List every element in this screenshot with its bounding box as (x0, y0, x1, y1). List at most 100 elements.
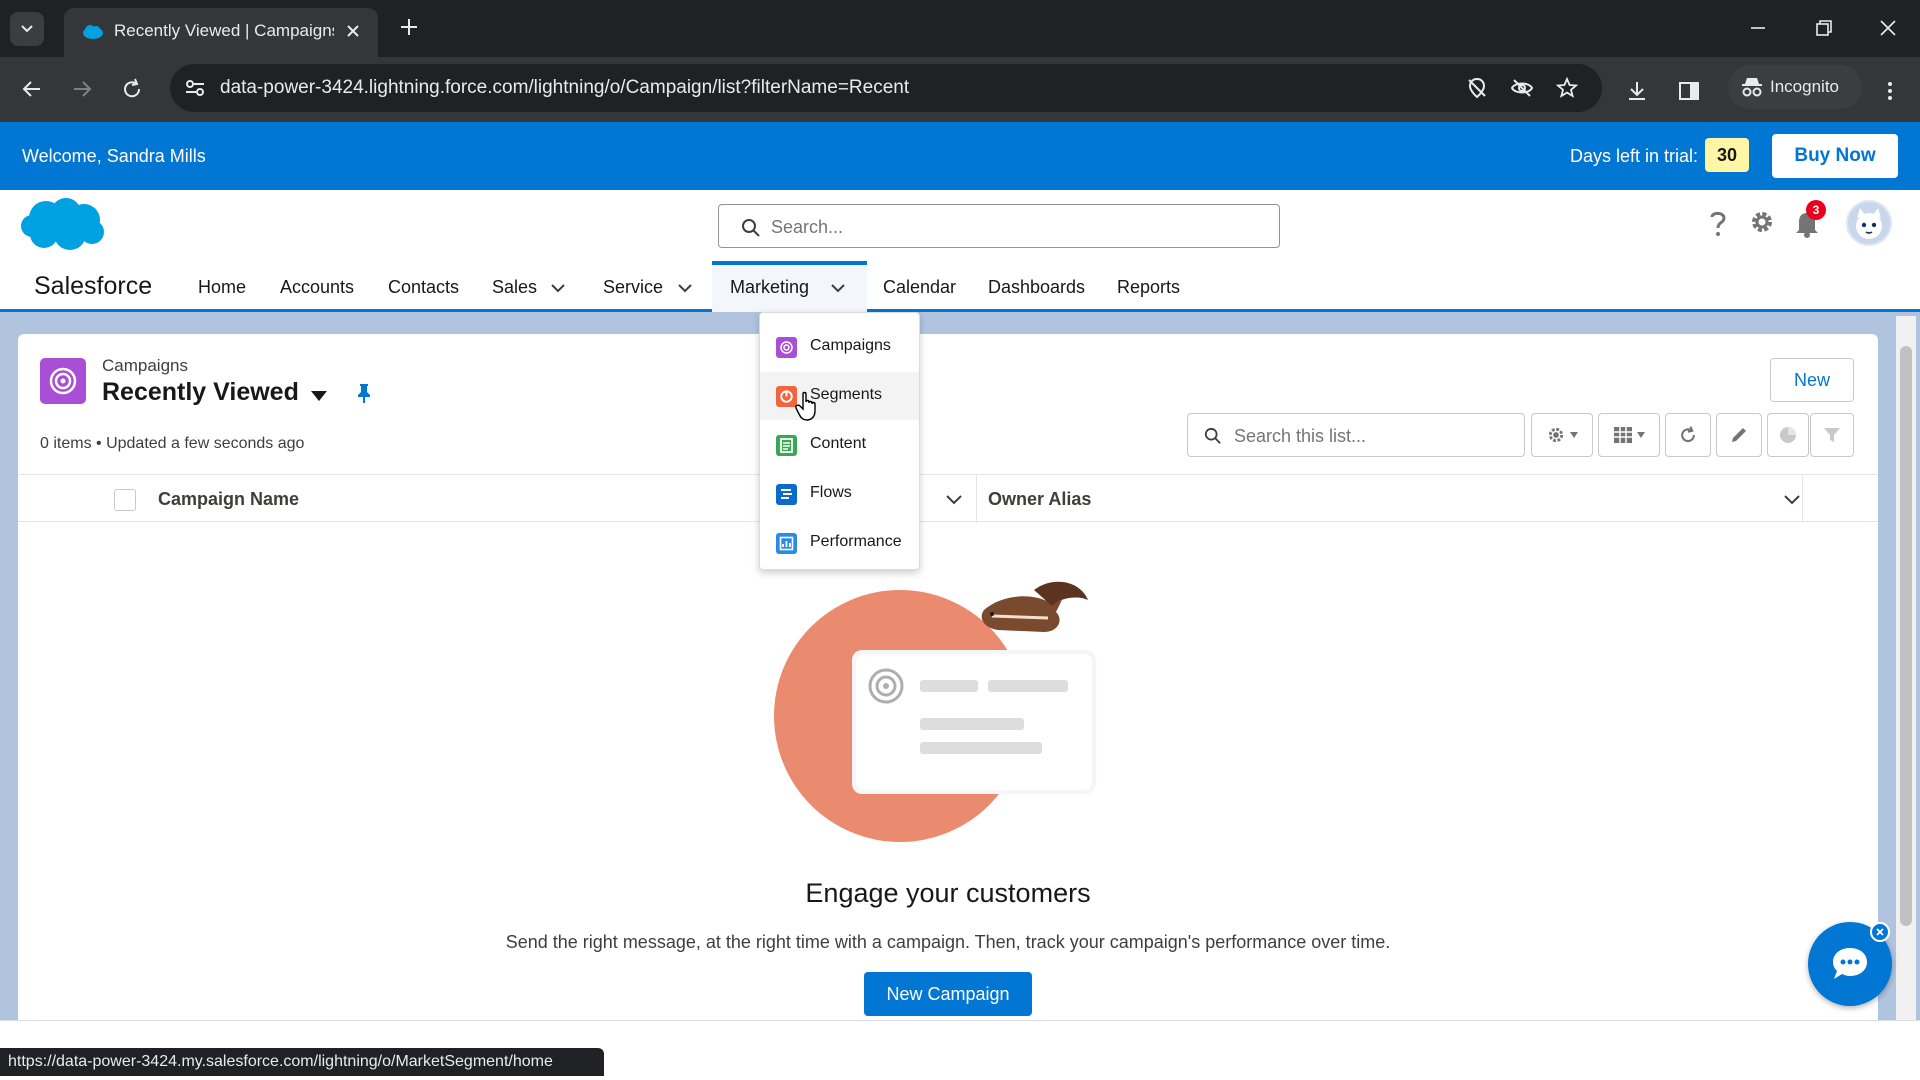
nav-item-reports[interactable]: Reports (1117, 277, 1180, 298)
caret-down-icon (1637, 432, 1645, 438)
tab-title: Recently Viewed | Campaigns | (114, 21, 334, 40)
welcome-text: Welcome, Sandra Mills (22, 146, 206, 166)
gear-icon[interactable] (1748, 208, 1776, 236)
scrollbar-thumb[interactable] (1900, 346, 1912, 926)
nav-item-contacts[interactable]: Contacts (388, 277, 459, 298)
side-panel-icon[interactable] (1677, 79, 1701, 103)
chevron-down-icon[interactable] (550, 282, 566, 294)
caret-down-icon[interactable] (310, 390, 328, 402)
user-avatar-icon (1856, 208, 1882, 239)
eye-off-icon[interactable] (1510, 77, 1534, 99)
search-icon (1204, 427, 1221, 444)
nav-item-sales[interactable]: Sales (492, 277, 537, 298)
url-text: data-power-3424.lightning.force.com/ligh… (220, 77, 910, 98)
location-off-icon[interactable] (1466, 77, 1488, 99)
days-left-count: 30 (1705, 138, 1749, 172)
address-bar[interactable]: data-power-3424.lightning.force.com/ligh… (170, 64, 1602, 112)
menu-item-content[interactable]: Content (760, 421, 919, 469)
minimize-icon[interactable] (1748, 18, 1768, 38)
campaign-object-icon (40, 358, 86, 404)
display-as-button[interactable] (1598, 413, 1660, 457)
back-arrow-icon[interactable] (20, 77, 44, 101)
chevron-down-icon[interactable] (830, 282, 846, 294)
chevron-down-icon[interactable] (677, 282, 693, 294)
table-icon (1614, 427, 1632, 443)
edit-list-button[interactable] (1716, 413, 1762, 457)
pie-chart-icon (1780, 427, 1796, 443)
list-view-title[interactable]: Recently Viewed (102, 378, 299, 407)
document-icon (776, 435, 797, 456)
nav-item-calendar[interactable]: Calendar (883, 277, 956, 298)
refresh-button[interactable] (1665, 413, 1711, 457)
menu-item-flows[interactable]: Flows (760, 470, 919, 518)
chevron-down-icon[interactable] (945, 492, 963, 506)
refresh-icon (1681, 426, 1695, 443)
chat-close-button[interactable] (1870, 922, 1890, 942)
menu-item-performance[interactable]: Performance (760, 519, 919, 567)
salesforce-logo-icon[interactable] (20, 196, 106, 256)
empty-state-illustration (774, 581, 1096, 842)
hand-cursor-icon (795, 391, 816, 421)
pin-icon[interactable] (356, 382, 372, 404)
chat-bubble-icon (1833, 948, 1867, 979)
menu-item-campaigns[interactable]: Campaigns (760, 323, 919, 371)
tab-search-button[interactable] (10, 12, 44, 46)
help-icon[interactable] (1704, 208, 1732, 238)
incognito-icon (1742, 78, 1762, 97)
segment-icon (776, 386, 797, 407)
nav-item-dashboards[interactable]: Dashboards (988, 277, 1085, 298)
salesforce-favicon-icon (83, 25, 103, 39)
list-search-input[interactable] (1234, 426, 1504, 447)
incognito-indicator[interactable]: Incognito (1728, 65, 1862, 109)
new-campaign-button[interactable]: New Campaign (864, 972, 1032, 1016)
pencil-icon (1732, 428, 1746, 442)
buy-now-button[interactable]: Buy Now (1772, 134, 1898, 178)
new-tab-icon[interactable] (398, 16, 420, 38)
more-vert-icon[interactable] (1878, 79, 1902, 103)
list-search-box[interactable] (1187, 413, 1525, 457)
object-label: Campaigns (102, 356, 188, 375)
list-settings-button[interactable] (1531, 413, 1593, 457)
nav-item-service[interactable]: Service (603, 277, 663, 298)
charts-button[interactable] (1767, 413, 1809, 457)
nav-item-marketing[interactable]: Marketing (730, 277, 809, 298)
new-button[interactable]: New (1770, 358, 1854, 402)
browser-toolbar: data-power-3424.lightning.force.com/ligh… (0, 57, 1920, 122)
close-icon[interactable] (344, 22, 362, 40)
marketing-dropdown-menu: Campaigns Segments Content Flows Perform… (759, 312, 920, 570)
menu-item-segments[interactable]: Segments (760, 372, 919, 420)
forward-arrow-icon[interactable] (70, 77, 94, 101)
page-scrollbar[interactable] (1896, 316, 1916, 1020)
select-all-checkbox[interactable] (114, 489, 136, 511)
restore-icon[interactable] (1814, 18, 1834, 38)
star-icon[interactable] (1556, 77, 1578, 99)
flow-icon (776, 484, 797, 505)
browser-tab-active[interactable]: Recently Viewed | Campaigns | (64, 8, 378, 57)
gear-icon (1548, 427, 1564, 443)
avatar[interactable] (1846, 200, 1892, 246)
close-icon (1876, 928, 1884, 936)
chevron-down-icon[interactable] (1783, 492, 1801, 506)
days-left-label: Days left in trial: (1570, 146, 1699, 166)
global-search-box[interactable] (718, 204, 1280, 248)
chart-icon (776, 533, 797, 554)
global-search-input[interactable] (771, 217, 1251, 238)
menu-item-label: Performance (810, 533, 902, 550)
download-icon[interactable] (1625, 79, 1649, 103)
menu-item-label: Campaigns (810, 337, 891, 354)
column-header-owner-alias[interactable]: Owner Alias (988, 489, 1091, 510)
trial-banner: Welcome, Sandra Mills Days left in trial… (0, 122, 1920, 190)
column-header-campaign-name[interactable]: Campaign Name (158, 489, 299, 510)
column-divider (976, 475, 977, 523)
nav-item-home[interactable]: Home (198, 277, 246, 298)
reload-icon[interactable] (120, 77, 144, 101)
status-bar-url: https://data-power-3424.my.salesforce.co… (0, 1048, 604, 1076)
filter-button[interactable] (1810, 413, 1854, 457)
chevron-down-icon (21, 25, 33, 33)
site-settings-icon[interactable] (184, 78, 206, 98)
window-close-icon[interactable] (1878, 18, 1898, 38)
nav-item-accounts[interactable]: Accounts (280, 277, 354, 298)
empty-state-title: Engage your customers (805, 878, 1091, 908)
column-divider (1802, 475, 1803, 523)
filter-icon (1824, 428, 1840, 442)
